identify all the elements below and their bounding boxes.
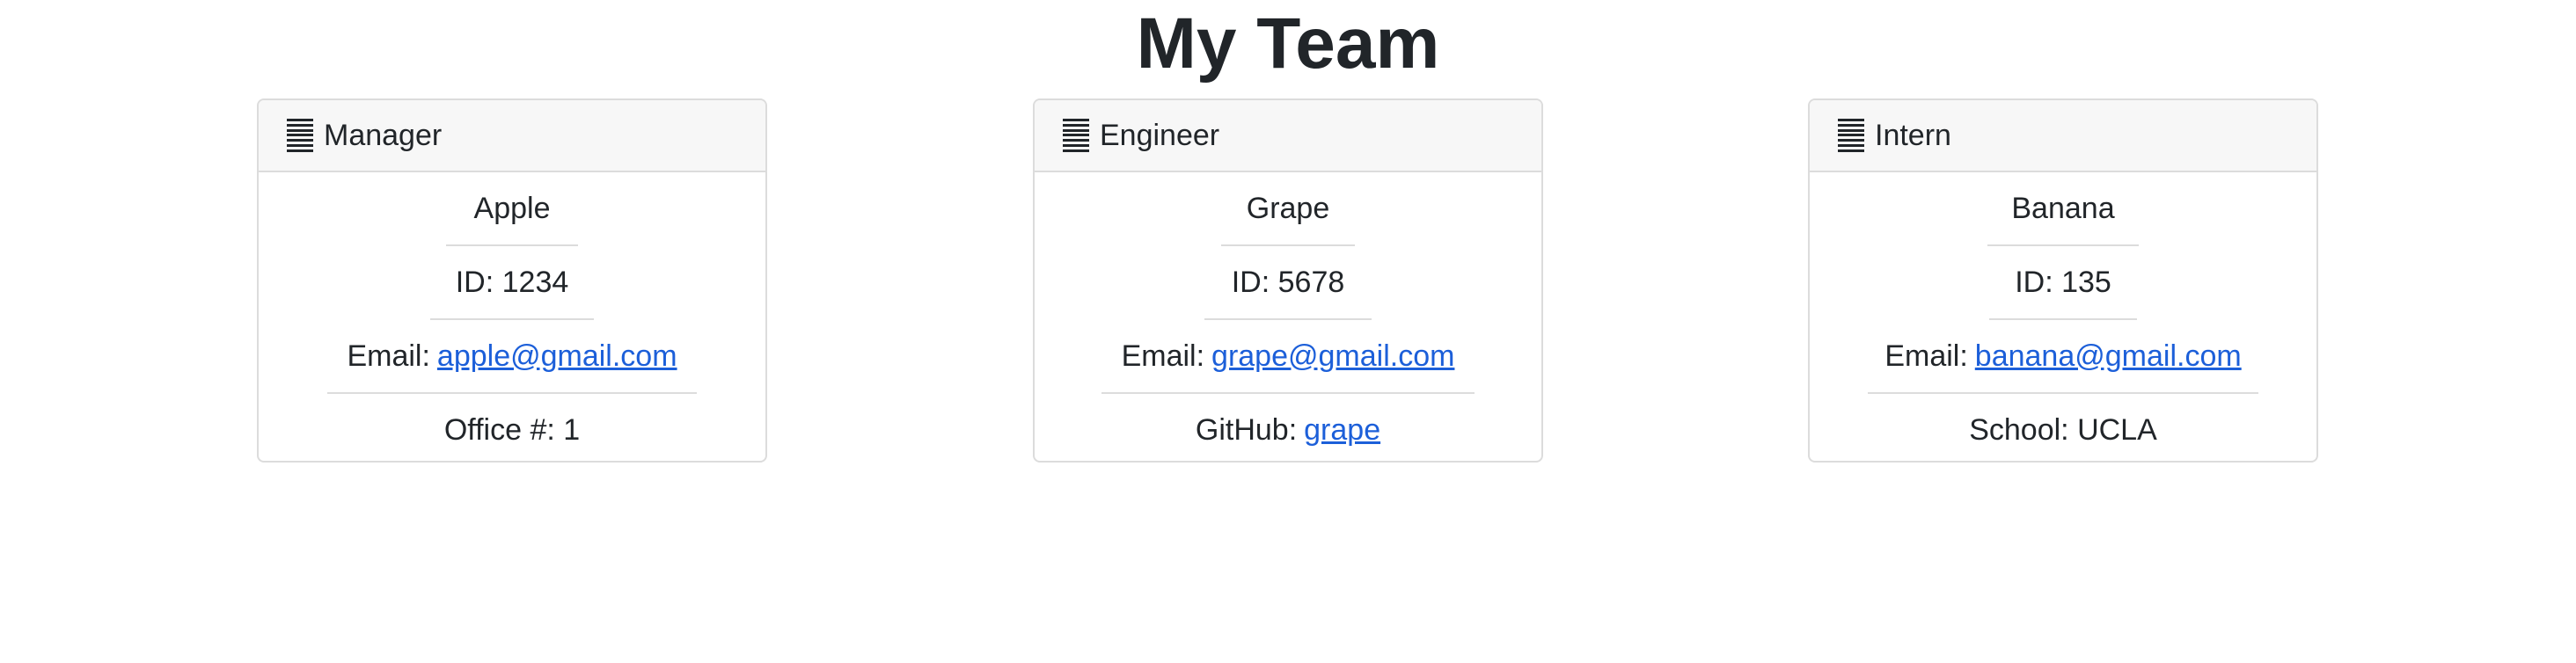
card-header: Manager [259, 100, 765, 172]
github-row: GitHub: grape [1035, 394, 1541, 461]
email-link[interactable]: grape@gmail.com [1211, 339, 1454, 374]
card-header: Intern [1810, 100, 2316, 172]
employee-card-intern: Intern Banana ID: 135 Email: banana@gmai… [1808, 98, 2318, 463]
employee-card-manager: Manager Apple ID: 1234 Email: apple@gmai… [257, 98, 767, 463]
list-icon [1838, 119, 1864, 152]
employee-card-engineer: Engineer Grape ID: 5678 Email: grape@gma… [1033, 98, 1543, 463]
office-number: Office #: 1 [443, 412, 581, 447]
card-body: Grape ID: 5678 Email: grape@gmail.com Gi… [1035, 172, 1541, 461]
email-label: Email: [1121, 339, 1205, 373]
team-page: My Team Manager Apple ID: 1234 Email: ap… [0, 0, 2576, 663]
email-label: Email: [347, 339, 430, 373]
role-label: Intern [1875, 118, 1951, 152]
card-body: Banana ID: 135 Email: banana@gmail.com S… [1810, 172, 2316, 461]
page-title: My Team [1136, 4, 1440, 84]
employee-id: ID: 135 [2015, 265, 2111, 299]
employee-id: ID: 1234 [455, 265, 569, 299]
school-row: School: UCLA [1969, 412, 2157, 447]
list-icon [1063, 119, 1089, 152]
github-link[interactable]: grape [1304, 413, 1380, 448]
email-link[interactable]: apple@gmail.com [437, 339, 677, 374]
employee-email-row: Email: apple@gmail.com [259, 320, 765, 392]
employee-email-row: Email: grape@gmail.com [1035, 320, 1541, 392]
employee-name: Apple [473, 191, 551, 225]
employee-email-row: Email: banana@gmail.com [1810, 320, 2316, 392]
list-icon [287, 119, 313, 152]
card-header: Engineer [1035, 100, 1541, 172]
role-label: Engineer [1100, 118, 1220, 152]
role-label: Manager [324, 118, 443, 152]
card-body: Apple ID: 1234 Email: apple@gmail.com Of… [259, 172, 765, 461]
employee-id: ID: 5678 [1231, 265, 1345, 299]
github-label: GitHub: [1195, 412, 1298, 447]
employee-name: Banana [2011, 191, 2115, 225]
employee-name: Grape [1246, 191, 1330, 225]
email-label: Email: [1884, 339, 1968, 373]
email-link[interactable]: banana@gmail.com [1975, 339, 2242, 374]
